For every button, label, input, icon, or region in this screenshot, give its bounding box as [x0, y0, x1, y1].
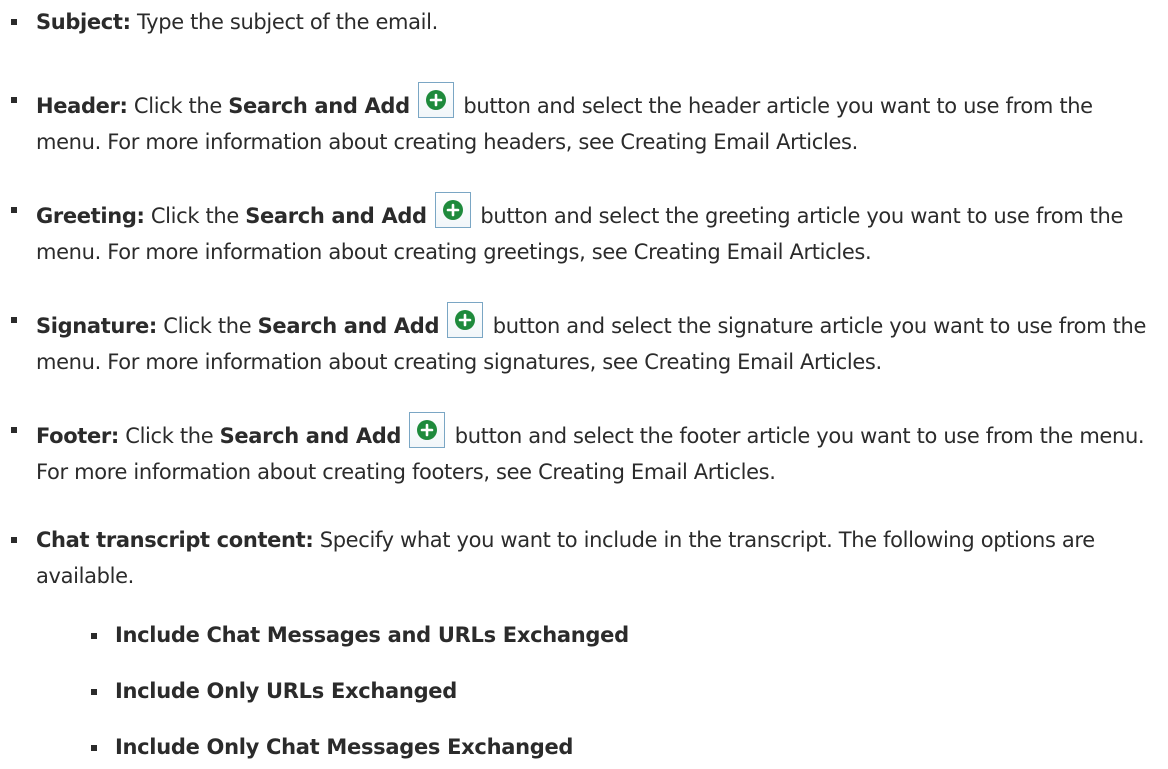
item-pre-footer: Click the [118, 424, 220, 448]
item-pre-header: Click the [127, 94, 229, 118]
search-and-add-button[interactable] [435, 192, 472, 228]
plus-circle-icon [455, 310, 476, 330]
item-text-subject: Type the subject of the email. [130, 10, 438, 34]
search-and-add-button[interactable] [409, 412, 446, 448]
search-and-add-label: Search and Add [245, 204, 427, 228]
search-and-add-label: Search and Add [219, 424, 402, 448]
search-and-add-label: Search and Add [257, 314, 440, 338]
term-chat-transcript: Chat transcript content: [36, 528, 314, 552]
plus-circle-icon [443, 200, 464, 220]
item-pre-signature: Click the [156, 314, 258, 338]
search-and-add-label: Search and Add [228, 94, 410, 118]
option-chat-messages-and-urls: Include Chat Messages and URLs Exchanged [0, 617, 629, 653]
list-item-footer: Footer: Click the Search and Add button … [0, 412, 1146, 490]
option-only-chat-messages: Include Only Chat Messages Exchanged [0, 729, 573, 765]
plus-circle-icon [417, 420, 438, 440]
list-item-header: Header: Click the Search and Add button … [0, 82, 1146, 160]
list-item-greeting: Greeting: Click the Search and Add butto… [0, 192, 1146, 270]
list-item-subject: Subject: Type the subject of the email. [0, 4, 1156, 40]
search-and-add-button[interactable] [418, 82, 455, 118]
search-and-add-button[interactable] [447, 302, 484, 338]
term-subject: Subject: [36, 10, 131, 34]
term-greeting: Greeting: [36, 204, 145, 228]
option-only-urls: Include Only URLs Exchanged [0, 673, 457, 709]
list-item-chat-transcript: Chat transcript content: Specify what yo… [0, 522, 1096, 594]
plus-circle-icon [426, 90, 447, 110]
term-signature: Signature: [36, 314, 157, 338]
term-header: Header: [36, 94, 128, 118]
item-pre-greeting: Click the [144, 204, 246, 228]
list-item-signature: Signature: Click the Search and Add butt… [0, 302, 1166, 380]
term-footer: Footer: [36, 424, 119, 448]
